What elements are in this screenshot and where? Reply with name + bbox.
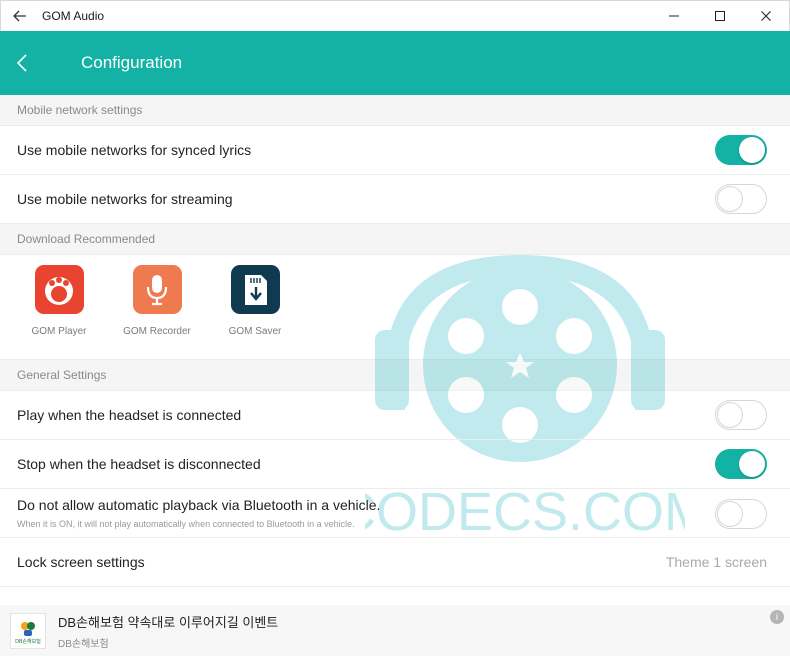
toggle-knob: [717, 186, 743, 212]
back-button[interactable]: [16, 31, 72, 95]
synced-lyrics-toggle[interactable]: [715, 135, 767, 165]
setting-streaming: Use mobile networks for streaming: [0, 175, 790, 224]
bluetooth-vehicle-toggle[interactable]: [715, 499, 767, 529]
toggle-knob: [739, 451, 765, 477]
app-header: Configuration: [0, 31, 790, 95]
lock-screen-value: Theme 1 screen: [665, 554, 767, 570]
setting-label: Play when the headset is connected: [17, 407, 242, 423]
setting-label: Stop when the headset is disconnected: [17, 456, 261, 472]
ad-banner[interactable]: DB손해보험 DB손해보험 약속대로 이루어지길 이벤트 DB손해보험 i: [0, 605, 790, 656]
close-button[interactable]: [743, 1, 789, 32]
setting-bluetooth-vehicle: Do not allow automatic playback via Blue…: [0, 489, 790, 538]
maximize-icon: [715, 11, 725, 21]
window-controls: [651, 1, 789, 32]
ad-title: DB손해보험 약속대로 이루어지길 이벤트: [58, 614, 279, 630]
app-gom-saver[interactable]: GOM Saver: [206, 255, 304, 359]
setting-label: Use mobile networks for streaming: [17, 191, 233, 207]
ad-logo: DB손해보험: [10, 612, 46, 649]
window-titlebar: GOM Audio: [0, 0, 790, 31]
headset-disconnected-toggle[interactable]: [715, 449, 767, 479]
recommended-apps: GOM Player GOM Recorder GOM Saver: [0, 255, 790, 360]
toggle-knob: [717, 501, 743, 527]
headset-connected-toggle[interactable]: [715, 400, 767, 430]
section-header-mobile-network: Mobile network settings: [0, 95, 790, 126]
app-gom-recorder[interactable]: GOM Recorder: [108, 255, 206, 359]
app-name: GOM Recorder: [123, 326, 191, 337]
section-header-download: Download Recommended: [0, 224, 790, 255]
app-name: GOM Player: [31, 326, 87, 337]
setting-lock-screen[interactable]: Lock screen settings Theme 1 screen: [0, 538, 790, 587]
gom-player-icon: [34, 265, 84, 314]
setting-synced-lyrics: Use mobile networks for synced lyrics: [0, 126, 790, 175]
setting-label: Lock screen settings: [17, 554, 145, 570]
gom-recorder-icon: [132, 265, 182, 314]
section-header-general: General Settings: [0, 360, 790, 391]
maximize-button[interactable]: [697, 1, 743, 32]
info-icon[interactable]: i: [770, 610, 784, 624]
streaming-toggle[interactable]: [715, 184, 767, 214]
setting-stop-headset-disconnected: Stop when the headset is disconnected: [0, 440, 790, 489]
ad-logo-text: DB손해보험: [15, 638, 41, 645]
close-icon: [761, 11, 771, 21]
toggle-knob: [739, 137, 765, 163]
arrow-left-icon: [13, 10, 26, 22]
ad-subtitle: DB손해보험: [58, 638, 109, 650]
setting-label: Use mobile networks for synced lyrics: [17, 142, 252, 158]
window-title: GOM Audio: [42, 9, 105, 23]
minimize-icon: [669, 15, 679, 17]
settings-list: CODECS.COM Mobile network settings Use m…: [0, 95, 790, 605]
ad-text: DB손해보험 약속대로 이루어지길 이벤트 DB손해보험: [58, 612, 278, 650]
setting-label: Do not allow automatic playback via Blue…: [17, 497, 381, 513]
setting-description: When it is ON, it will not play automati…: [17, 519, 355, 529]
window-back-button[interactable]: [1, 1, 39, 32]
app-name: GOM Saver: [228, 326, 282, 337]
toggle-knob: [717, 402, 743, 428]
setting-play-headset-connected: Play when the headset is connected: [0, 391, 790, 440]
gom-saver-icon: [230, 265, 280, 314]
minimize-button[interactable]: [651, 1, 697, 32]
page-title: Configuration: [81, 53, 183, 72]
app-gom-player[interactable]: GOM Player: [10, 255, 108, 359]
chevron-left-icon: [16, 54, 27, 72]
